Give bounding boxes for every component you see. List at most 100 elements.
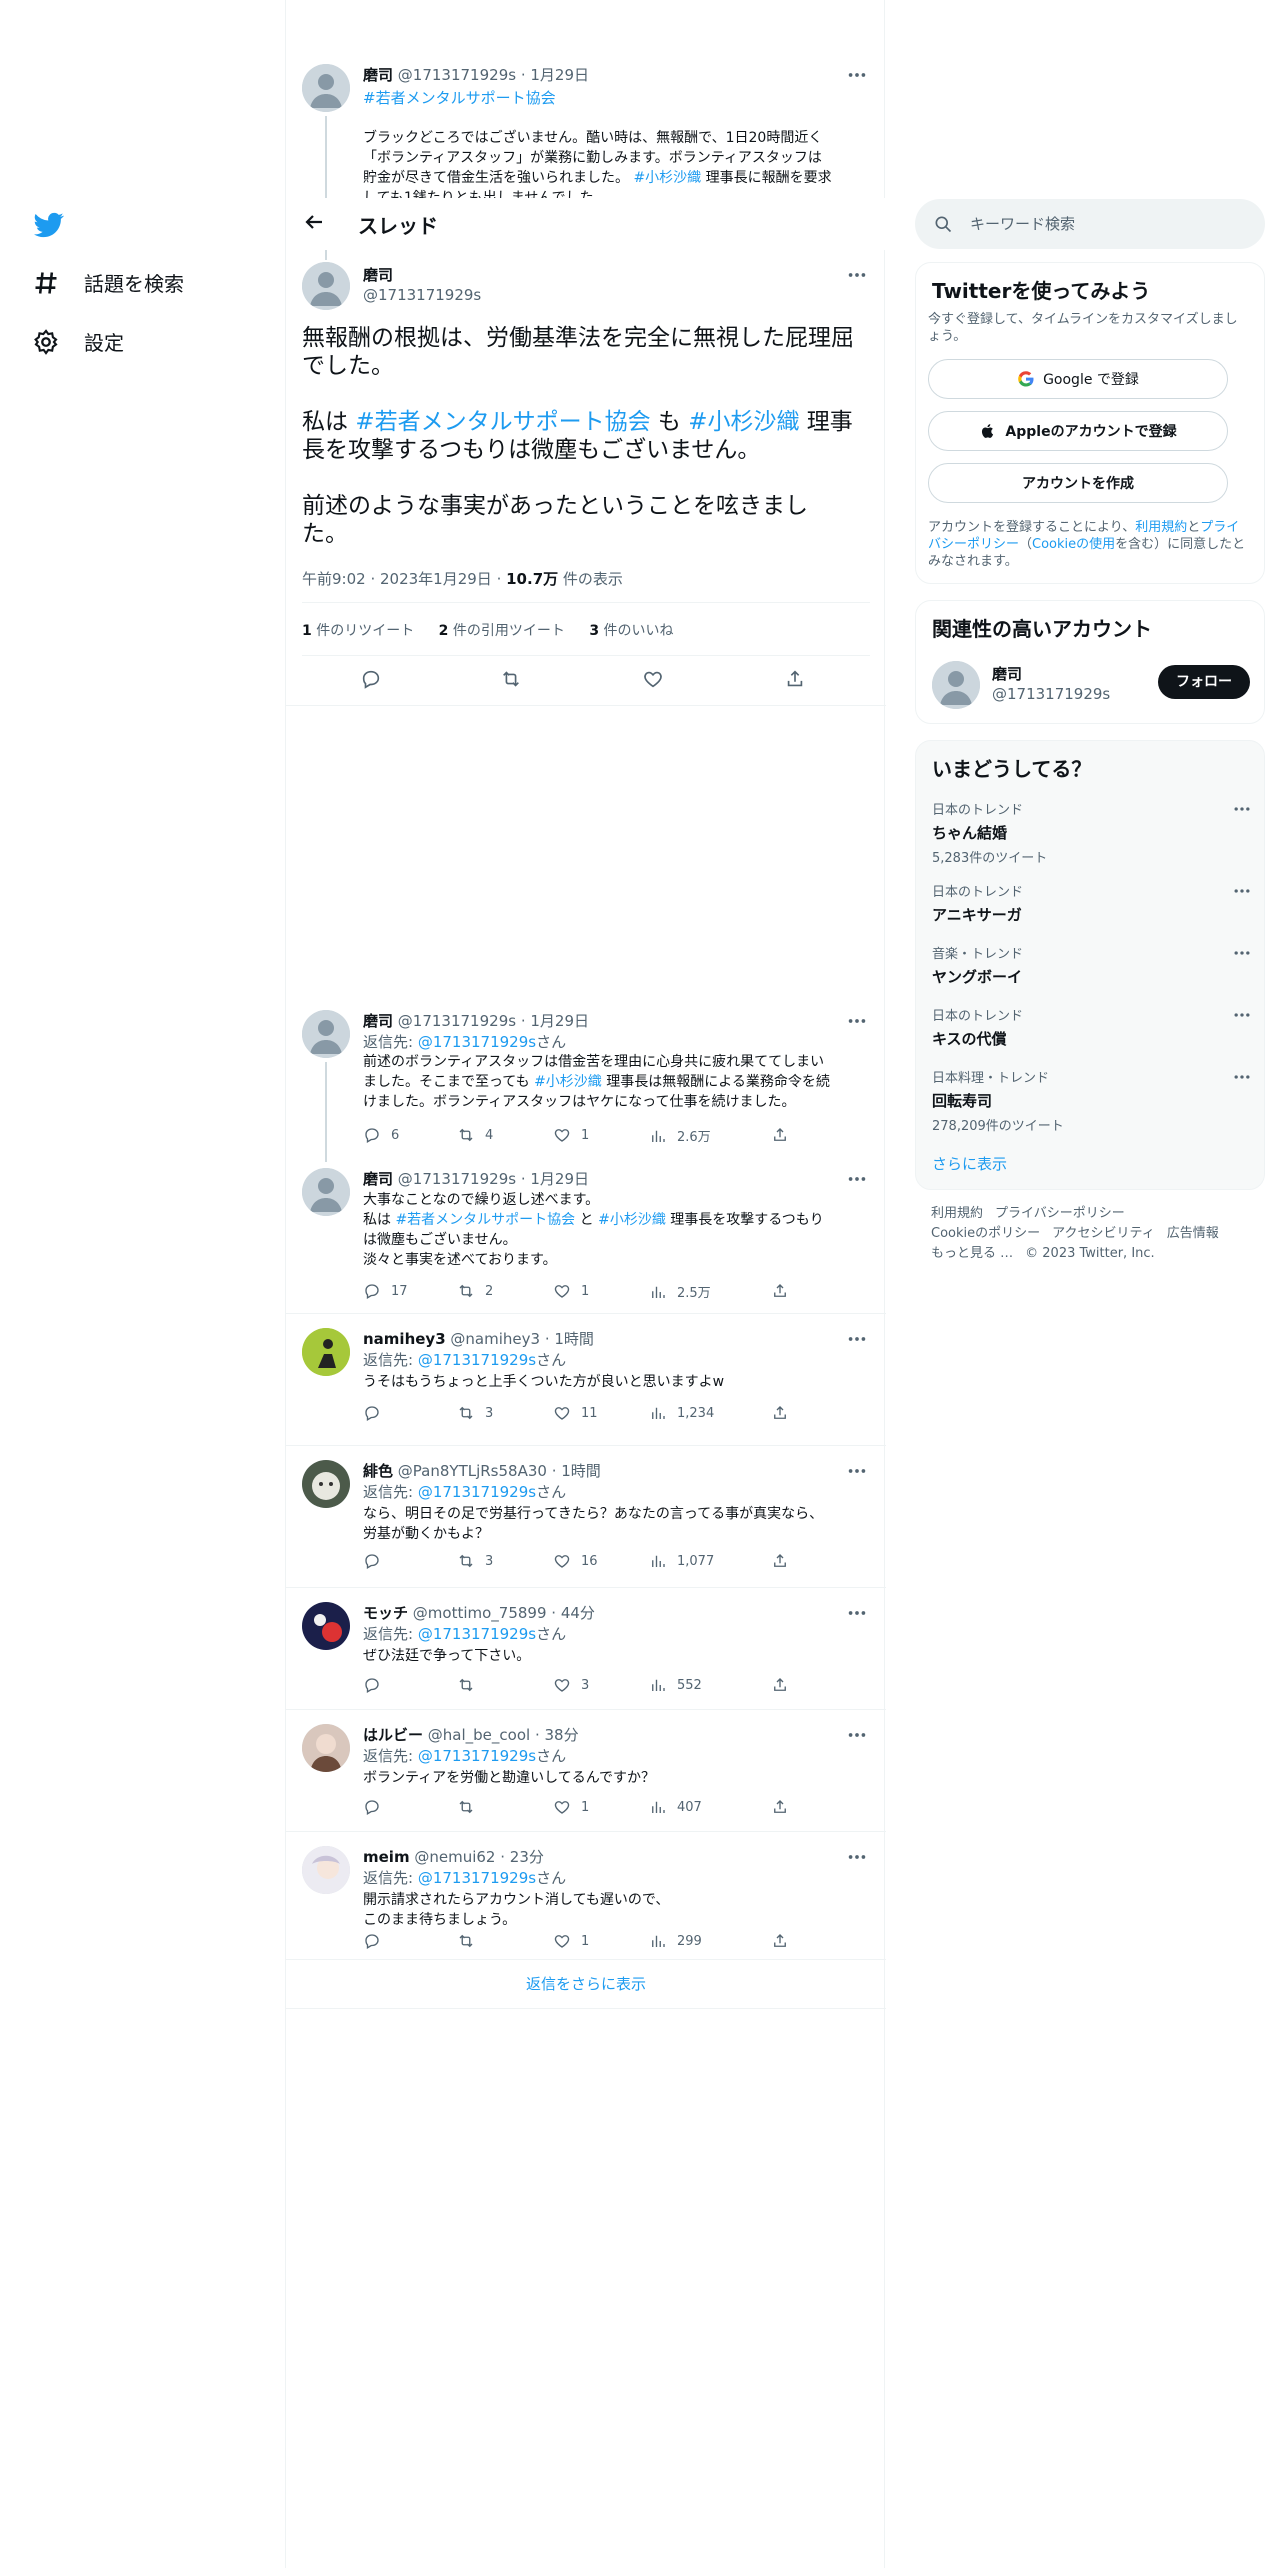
hashtag-link[interactable]: #小杉沙織: [688, 409, 799, 435]
author-handle[interactable]: @mottimo_75899: [413, 1604, 547, 1622]
retweet-button[interactable]: 2: [457, 1282, 493, 1300]
reply-tweet[interactable]: モッチ @mottimo_75899 · 44分 返信先: @171317192…: [286, 1588, 886, 1710]
more-icon[interactable]: [846, 64, 868, 86]
avatar[interactable]: [302, 1328, 350, 1376]
trend-item[interactable]: 日本料理・トレンド 回転寿司 278,209件のツイート: [932, 1067, 1252, 1134]
retweet-button[interactable]: [457, 1932, 485, 1950]
avatar[interactable]: [302, 1010, 350, 1058]
avatar[interactable]: [302, 64, 350, 112]
twitter-logo-icon[interactable]: [32, 210, 66, 240]
more-icon[interactable]: [846, 1846, 868, 1868]
tweet-time[interactable]: 1時間: [554, 1330, 594, 1348]
reply-button[interactable]: [363, 1932, 391, 1950]
like-button[interactable]: 1: [553, 1932, 589, 1950]
tweet-time[interactable]: 38分: [545, 1726, 579, 1744]
reply-button[interactable]: [363, 1798, 391, 1816]
more-icon[interactable]: [846, 1010, 868, 1032]
like-button[interactable]: 1: [553, 1282, 589, 1300]
author-handle[interactable]: @1713171929s: [398, 66, 516, 84]
like-stat[interactable]: 3 件のいいね: [589, 623, 673, 639]
tweet-time[interactable]: 1月29日: [530, 1012, 589, 1030]
views-button[interactable]: 2.5万: [649, 1282, 711, 1301]
follow-button[interactable]: フォロー: [1158, 665, 1250, 699]
back-arrow-icon[interactable]: [302, 210, 330, 238]
share-button[interactable]: [771, 1282, 789, 1300]
hashtag-link[interactable]: #小杉沙織: [633, 170, 701, 186]
retweet-button[interactable]: [500, 668, 522, 690]
more-icon[interactable]: [846, 1168, 868, 1190]
like-button[interactable]: [642, 668, 664, 690]
like-button[interactable]: 1: [553, 1126, 589, 1144]
reply-button[interactable]: [363, 1404, 391, 1422]
related-name[interactable]: 磨司: [992, 663, 1022, 684]
views-button[interactable]: 552: [649, 1676, 702, 1694]
more-icon[interactable]: [846, 1602, 868, 1624]
more-icon[interactable]: [846, 1724, 868, 1746]
google-signup-button[interactable]: Google で登録: [928, 359, 1228, 399]
related-handle[interactable]: @1713171929s: [992, 685, 1110, 703]
more-icon[interactable]: [1232, 799, 1252, 819]
footer-cookie-link[interactable]: Cookieのポリシー: [931, 1226, 1040, 1241]
avatar[interactable]: [932, 661, 980, 709]
avatar[interactable]: [302, 262, 350, 310]
trend-item[interactable]: 音楽・トレンド ヤングボーイ: [932, 943, 1252, 987]
mention-link[interactable]: @1713171929s: [418, 1869, 536, 1887]
like-button[interactable]: 1: [553, 1798, 589, 1816]
views-button[interactable]: 2.6万: [649, 1126, 711, 1145]
author-name[interactable]: モッチ: [363, 1604, 408, 1622]
show-more-replies-link[interactable]: 返信をさらに表示: [286, 1960, 886, 2008]
avatar[interactable]: [302, 1460, 350, 1508]
reply-tweet[interactable]: 磨司 @1713171929s · 1月29日 返信先: @1713171929…: [286, 1000, 886, 1162]
views-button[interactable]: 1,234: [649, 1404, 714, 1422]
reply-button[interactable]: [360, 668, 382, 690]
retweet-button[interactable]: 4: [457, 1126, 493, 1144]
footer-more-link[interactable]: もっと見る …: [931, 1246, 1013, 1261]
mention-link[interactable]: @1713171929s: [418, 1351, 536, 1369]
reply-button[interactable]: [363, 1552, 391, 1570]
share-button[interactable]: [771, 1552, 789, 1570]
footer-accessibility-link[interactable]: アクセシビリティ: [1052, 1226, 1155, 1241]
search-input[interactable]: [970, 211, 1240, 237]
parent-tweet[interactable]: 磨司 @1713171929s · 1月29日 #若者メンタルサポート協会 ブラ…: [286, 56, 886, 206]
author-handle[interactable]: @1713171929s: [398, 1170, 516, 1188]
create-account-button[interactable]: アカウントを作成: [928, 463, 1228, 503]
more-icon[interactable]: [846, 1460, 868, 1482]
share-button[interactable]: [784, 668, 806, 690]
share-button[interactable]: [771, 1798, 789, 1816]
nav-explore[interactable]: 話題を検索: [32, 268, 184, 297]
tweet-time[interactable]: 1月29日: [530, 66, 589, 84]
views-button[interactable]: 407: [649, 1798, 702, 1816]
more-icon[interactable]: [846, 1328, 868, 1350]
author-handle[interactable]: @1713171929s: [398, 1012, 516, 1030]
retweet-button[interactable]: [457, 1798, 485, 1816]
more-icon[interactable]: [1232, 1005, 1252, 1025]
trend-item[interactable]: 日本のトレンド アニキサーガ: [932, 881, 1252, 925]
reply-tweet[interactable]: 磨司 @1713171929s · 1月29日 大事なことなので繰り返し述べます…: [286, 1158, 886, 1314]
mention-link[interactable]: @1713171929s: [418, 1483, 536, 1501]
retweet-button[interactable]: 3: [457, 1552, 493, 1570]
tweet-date[interactable]: 2023年1月29日: [380, 570, 492, 588]
author-name[interactable]: namihey3: [363, 1330, 446, 1348]
hashtag-link[interactable]: #小杉沙織: [534, 1074, 602, 1090]
footer-ads-link[interactable]: 広告情報: [1167, 1226, 1219, 1241]
mention-link[interactable]: @1713171929s: [418, 1033, 536, 1051]
more-icon[interactable]: [846, 264, 868, 286]
author-name[interactable]: はルビー: [363, 1726, 423, 1744]
reply-button[interactable]: 6: [363, 1126, 399, 1144]
trend-item[interactable]: 日本のトレンド ちゃん結婚 5,283件のツイート: [932, 799, 1252, 866]
author-name[interactable]: 磨司: [363, 1170, 393, 1188]
avatar[interactable]: [302, 1168, 350, 1216]
retweet-stat[interactable]: 1 件のリツイート: [302, 623, 414, 639]
retweet-button[interactable]: 3: [457, 1404, 493, 1422]
nav-settings[interactable]: 設定: [32, 327, 124, 356]
terms-link[interactable]: 利用規約: [1135, 520, 1187, 535]
cookie-link[interactable]: Cookieの使用: [1032, 537, 1115, 552]
apple-signup-button[interactable]: Appleのアカウントで登録: [928, 411, 1228, 451]
mention-link[interactable]: @1713171929s: [418, 1625, 536, 1643]
share-button[interactable]: [771, 1676, 789, 1694]
author-handle[interactable]: @1713171929s: [363, 286, 481, 304]
author-handle[interactable]: @Pan8YTLjRs58A30: [398, 1462, 547, 1480]
author-handle[interactable]: @hal_be_cool: [428, 1726, 530, 1744]
avatar[interactable]: [302, 1602, 350, 1650]
like-button[interactable]: 11: [553, 1404, 598, 1422]
